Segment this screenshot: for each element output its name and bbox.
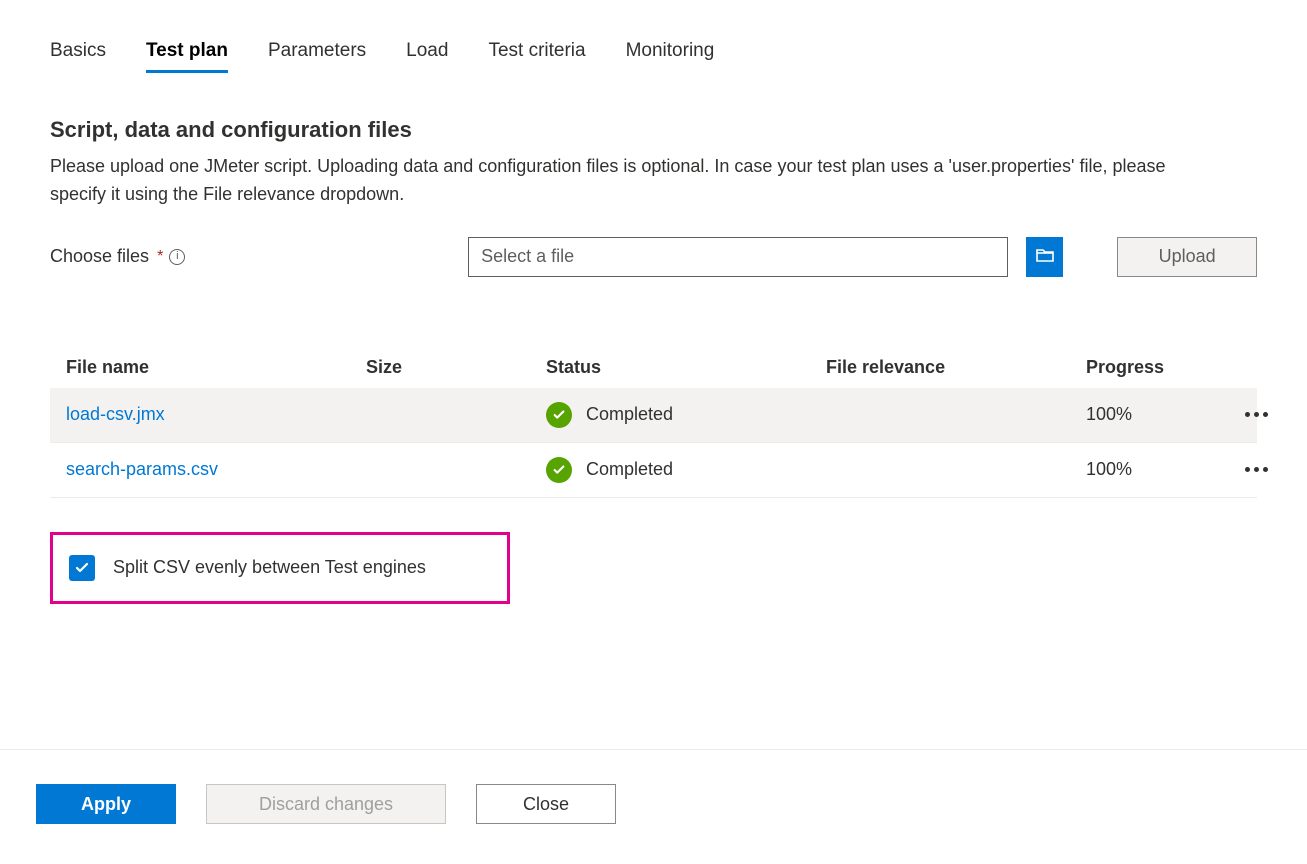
footer-actions: Apply Discard changes Close (0, 749, 1307, 824)
table-row: load-csv.jmx Completed 100% (50, 388, 1257, 443)
files-table: File name Size Status File relevance Pro… (50, 347, 1257, 498)
row-more-menu[interactable] (1226, 412, 1286, 417)
file-status-text: Completed (586, 459, 673, 480)
required-indicator: * (157, 248, 163, 266)
file-status-text: Completed (586, 404, 673, 425)
close-button[interactable]: Close (476, 784, 616, 824)
file-name-link[interactable]: search-params.csv (66, 459, 366, 480)
tab-parameters[interactable]: Parameters (268, 40, 366, 73)
info-icon[interactable]: i (169, 249, 185, 265)
col-progress: Progress (1086, 357, 1226, 378)
upload-button[interactable]: Upload (1117, 237, 1257, 277)
table-header-row: File name Size Status File relevance Pro… (50, 347, 1257, 388)
folder-icon (1035, 245, 1055, 268)
file-name-link[interactable]: load-csv.jmx (66, 404, 366, 425)
choose-files-label-text: Choose files (50, 246, 149, 267)
file-select-input[interactable]: Select a file (468, 237, 1008, 277)
file-progress: 100% (1086, 459, 1226, 480)
browse-button[interactable] (1026, 237, 1063, 277)
tabs: Basics Test plan Parameters Load Test cr… (50, 40, 1257, 73)
section-title: Script, data and configuration files (50, 117, 1257, 143)
tab-basics[interactable]: Basics (50, 40, 106, 73)
choose-files-row: Choose files * i Select a file Upload (50, 237, 1257, 277)
choose-files-label: Choose files * i (50, 246, 450, 267)
tab-test-criteria[interactable]: Test criteria (488, 40, 585, 73)
discard-button[interactable]: Discard changes (206, 784, 446, 824)
col-file-name: File name (66, 357, 366, 378)
tab-monitoring[interactable]: Monitoring (626, 40, 715, 73)
check-circle-icon (546, 457, 572, 483)
col-size: Size (366, 357, 546, 378)
split-csv-checkbox[interactable] (69, 555, 95, 581)
row-more-menu[interactable] (1226, 467, 1286, 472)
col-status: Status (546, 357, 826, 378)
col-file-relevance: File relevance (826, 357, 1086, 378)
file-progress: 100% (1086, 404, 1226, 425)
check-circle-icon (546, 402, 572, 428)
tab-test-plan[interactable]: Test plan (146, 40, 228, 73)
file-status: Completed (546, 457, 826, 483)
table-row: search-params.csv Completed 100% (50, 443, 1257, 498)
apply-button[interactable]: Apply (36, 784, 176, 824)
section-description: Please upload one JMeter script. Uploadi… (50, 153, 1190, 209)
split-csv-option: Split CSV evenly between Test engines (50, 532, 510, 604)
file-status: Completed (546, 402, 826, 428)
split-csv-label: Split CSV evenly between Test engines (113, 557, 426, 578)
tab-load[interactable]: Load (406, 40, 448, 73)
